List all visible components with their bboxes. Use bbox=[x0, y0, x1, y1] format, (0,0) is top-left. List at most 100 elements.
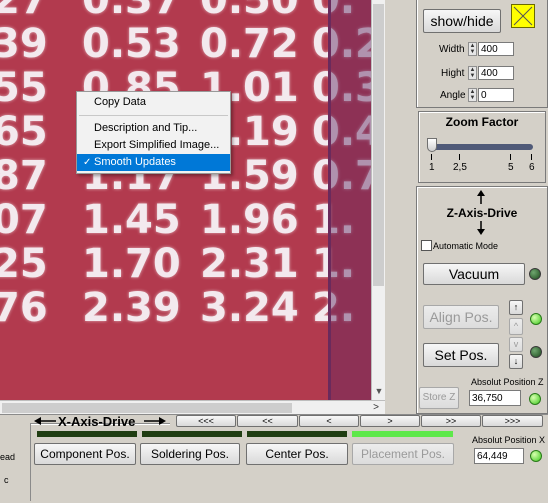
width-field[interactable]: 400 bbox=[478, 42, 514, 56]
zoom-factor-group: Zoom Factor 1 2,5 5 6 bbox=[418, 111, 546, 183]
caret-up-icon: ^ bbox=[513, 321, 519, 331]
position-x-led bbox=[530, 450, 542, 462]
image-number: 1.70 bbox=[82, 241, 181, 287]
abs-position-x-field: 64,449 bbox=[474, 448, 524, 464]
arrow-left-icon bbox=[34, 417, 56, 425]
vacuum-button[interactable]: Vacuum bbox=[423, 263, 525, 285]
arrow-down-icon: ↓ bbox=[513, 356, 519, 366]
x-nav-button-fast-right[interactable]: >>> bbox=[482, 415, 543, 427]
image-number: 2.31 bbox=[200, 241, 299, 287]
horizontal-scroll-thumb[interactable] bbox=[2, 403, 292, 413]
zoom-tick-label: 6 bbox=[529, 162, 535, 173]
image-number: 0.50 bbox=[200, 0, 299, 23]
image-number: 07 bbox=[0, 197, 48, 243]
width-label: Width bbox=[439, 44, 465, 55]
scroll-down-arrow-icon[interactable]: ▼ bbox=[374, 386, 384, 396]
image-number: 76 bbox=[0, 285, 48, 331]
zoom-slider-thumb[interactable] bbox=[427, 138, 437, 152]
set-pos-button[interactable]: Set Pos. bbox=[423, 343, 499, 367]
image-number: 0.72 bbox=[200, 21, 299, 67]
align-pos-button[interactable]: Align Pos. bbox=[423, 305, 499, 329]
x-axis-drive-panel: ead c X-Axis-Drive <<< << < > >> >>> Com… bbox=[0, 414, 548, 503]
arrow-down-icon bbox=[477, 221, 485, 235]
angle-label: Angle bbox=[440, 90, 466, 101]
center-pos-button[interactable]: Center Pos. bbox=[246, 443, 348, 465]
zoom-tick bbox=[459, 154, 460, 160]
zoom-tick-label: 2,5 bbox=[453, 162, 467, 173]
zoom-tick-label: 1 bbox=[429, 162, 435, 173]
context-menu: Copy Data Description and Tip... Export … bbox=[76, 91, 231, 174]
z-down-button[interactable]: ↓ bbox=[509, 354, 523, 369]
height-field[interactable]: 400 bbox=[478, 66, 514, 80]
menu-item-label: Copy Data bbox=[94, 96, 146, 108]
z-axis-drive-group: Z-Axis-Drive Automatic Mode Vacuum Align… bbox=[416, 186, 548, 414]
image-number: 0.37 bbox=[82, 0, 181, 23]
x-nav-button-slow-left[interactable]: < bbox=[299, 415, 359, 427]
position-z-led bbox=[529, 393, 541, 405]
menu-item-export-image[interactable]: Export Simplified Image... bbox=[77, 137, 230, 154]
menu-item-label: Description and Tip... bbox=[94, 122, 198, 134]
group-border bbox=[30, 423, 31, 501]
camera-view[interactable]: 27 0.37 0.50 0. 39 0.53 0.72 0.2 55 0.85 1.01 0.3 65… bbox=[0, 0, 385, 400]
set-pos-led bbox=[530, 346, 542, 358]
menu-item-description-tip[interactable]: Description and Tip... bbox=[77, 120, 230, 137]
abs-position-x-label: Absolut Position X bbox=[472, 435, 546, 445]
truncated-label: c bbox=[4, 475, 9, 485]
x-nav-button-fast-left[interactable]: <<< bbox=[176, 415, 236, 427]
zoom-tick-label: 5 bbox=[508, 162, 514, 173]
menu-item-label: Smooth Updates bbox=[94, 156, 176, 168]
zoom-tick bbox=[531, 154, 532, 160]
abs-position-z-field: 36,750 bbox=[469, 390, 521, 406]
menu-item-label: Export Simplified Image... bbox=[94, 139, 220, 151]
horizontal-scrollbar[interactable]: > bbox=[0, 400, 385, 415]
z-step-down-button[interactable]: v bbox=[509, 337, 523, 352]
show-hide-button[interactable]: show/hide bbox=[423, 9, 501, 33]
align-led bbox=[530, 313, 542, 325]
angle-field[interactable]: 0 bbox=[478, 88, 514, 102]
zoom-tick bbox=[510, 154, 511, 160]
arrow-up-icon: ↑ bbox=[513, 302, 519, 312]
z-up-button[interactable]: ↑ bbox=[509, 300, 523, 315]
z-step-up-button[interactable]: ^ bbox=[509, 318, 523, 335]
menu-item-copy-data[interactable]: Copy Data bbox=[77, 94, 230, 111]
zoom-tick bbox=[431, 154, 432, 160]
image-number: 1.45 bbox=[82, 197, 181, 243]
menu-separator bbox=[79, 115, 228, 116]
menu-item-smooth-updates[interactable]: ✓ Smooth Updates bbox=[77, 154, 230, 171]
zoom-slider-track[interactable] bbox=[429, 144, 533, 150]
height-spinner-icon[interactable]: ▲ ▼ bbox=[468, 66, 477, 80]
x-nav-button-medium-left[interactable]: << bbox=[237, 415, 298, 427]
image-number: 65 bbox=[0, 109, 48, 155]
width-spinner-icon[interactable]: ▲ ▼ bbox=[468, 42, 477, 56]
component-pos-button[interactable]: Component Pos. bbox=[34, 443, 136, 465]
automatic-mode-checkbox[interactable] bbox=[421, 240, 432, 251]
automatic-mode-label: Automatic Mode bbox=[433, 241, 499, 251]
image-number: 25 bbox=[0, 241, 48, 287]
image-number: 39 bbox=[0, 21, 48, 67]
angle-spinner-icon[interactable]: ▲ ▼ bbox=[468, 88, 477, 102]
cross-icon bbox=[513, 6, 533, 26]
soldering-pos-button[interactable]: Soldering Pos. bbox=[140, 443, 240, 465]
scroll-right-arrow-icon[interactable]: > bbox=[370, 402, 382, 414]
truncated-label: ead bbox=[0, 452, 16, 462]
vertical-scroll-thumb[interactable] bbox=[373, 4, 384, 286]
position-indicator-bar bbox=[142, 431, 242, 437]
placement-pos-button[interactable]: Placement Pos. bbox=[352, 443, 454, 465]
vertical-scrollbar[interactable]: ▼ bbox=[371, 0, 385, 400]
abs-position-z-label: Absolut Position Z bbox=[471, 377, 544, 387]
image-number: 55 bbox=[0, 65, 48, 111]
image-overlay-band bbox=[328, 0, 377, 400]
store-z-button[interactable]: Store Z bbox=[419, 387, 459, 409]
image-number: 0.53 bbox=[82, 21, 181, 67]
x-nav-button-slow-right[interactable]: > bbox=[360, 415, 420, 427]
image-number: 2.39 bbox=[82, 285, 181, 331]
display-settings-group: show/hide Width ▲ ▼ 400 Hight ▲ ▼ 400 Angl… bbox=[416, 0, 548, 108]
caret-down-icon: v bbox=[513, 339, 519, 349]
yellow-indicator[interactable] bbox=[511, 4, 535, 28]
z-axis-title: Z-Axis-Drive bbox=[446, 206, 518, 220]
zoom-title: Zoom Factor bbox=[445, 115, 519, 129]
checkmark-icon: ✓ bbox=[83, 157, 92, 168]
x-nav-button-medium-right[interactable]: >> bbox=[421, 415, 481, 427]
position-indicator-bar-active bbox=[352, 431, 453, 437]
x-axis-title: X-Axis-Drive bbox=[58, 414, 136, 429]
